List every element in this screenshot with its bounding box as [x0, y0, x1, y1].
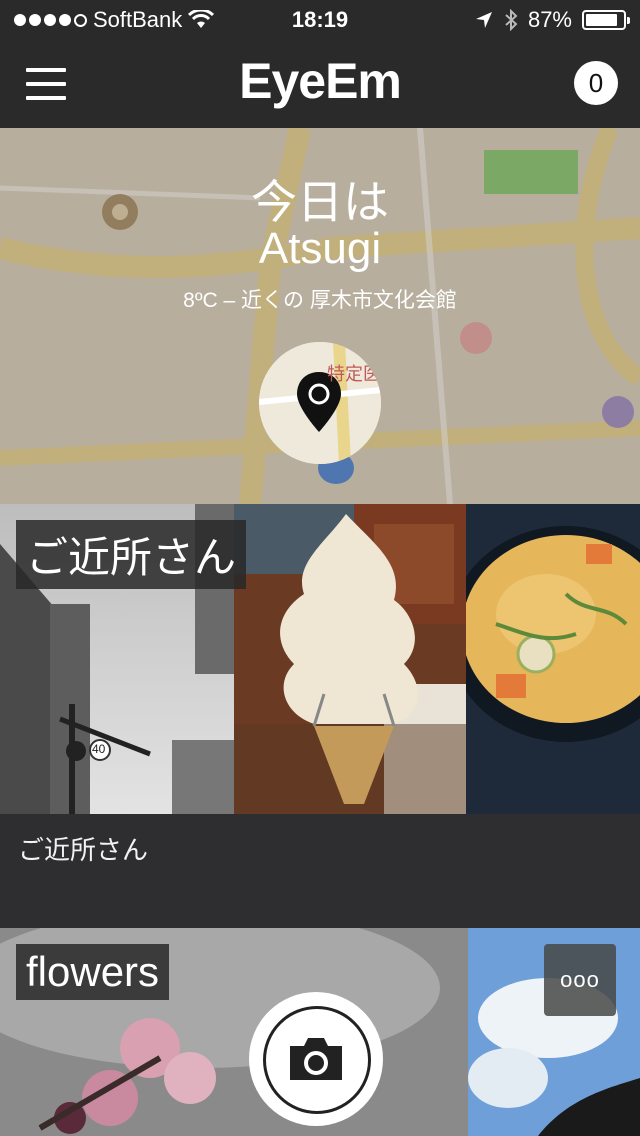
app-logo: EyeEm — [239, 53, 402, 109]
bluetooth-icon — [505, 9, 518, 31]
hero-subtitle: 8ºC – 近くの 厚木市文化会館 — [183, 289, 457, 312]
album-title: flowers — [16, 944, 170, 1000]
status-right: 87% — [474, 7, 630, 33]
album-caption: ご近所さん — [18, 835, 149, 865]
status-bar: SoftBank 18:19 87% — [0, 0, 640, 40]
map-text: 特定医 — [327, 364, 381, 384]
more-options-icon: ooo — [560, 967, 600, 992]
camera-icon — [290, 1038, 342, 1080]
camera-button[interactable] — [249, 992, 383, 1126]
hero-location: Atsugi — [258, 224, 382, 273]
more-options-button[interactable]: ooo — [544, 944, 616, 1016]
album-title: ご近所さん — [16, 520, 247, 589]
hero-heading: 今日は — [251, 176, 389, 228]
nav-bar: EyeEm 0 — [0, 40, 640, 128]
battery-percent: 87% — [527, 7, 572, 32]
location-arrow-icon — [475, 12, 492, 28]
album-card[interactable]: 40 ご近所さん ご近所さん — [0, 504, 640, 928]
album-photo-icecream[interactable] — [234, 504, 466, 814]
speed-sign-text: 40 — [92, 742, 106, 756]
map-pin-bubble[interactable]: 特定医 — [259, 342, 381, 464]
battery-icon — [582, 10, 630, 30]
location-hero[interactable]: 今日は Atsugi 8ºC – 近くの 厚木市文化会館 特定医 — [0, 128, 640, 504]
album-photo-soup[interactable] — [466, 504, 640, 814]
notification-badge[interactable]: 0 — [574, 61, 618, 105]
